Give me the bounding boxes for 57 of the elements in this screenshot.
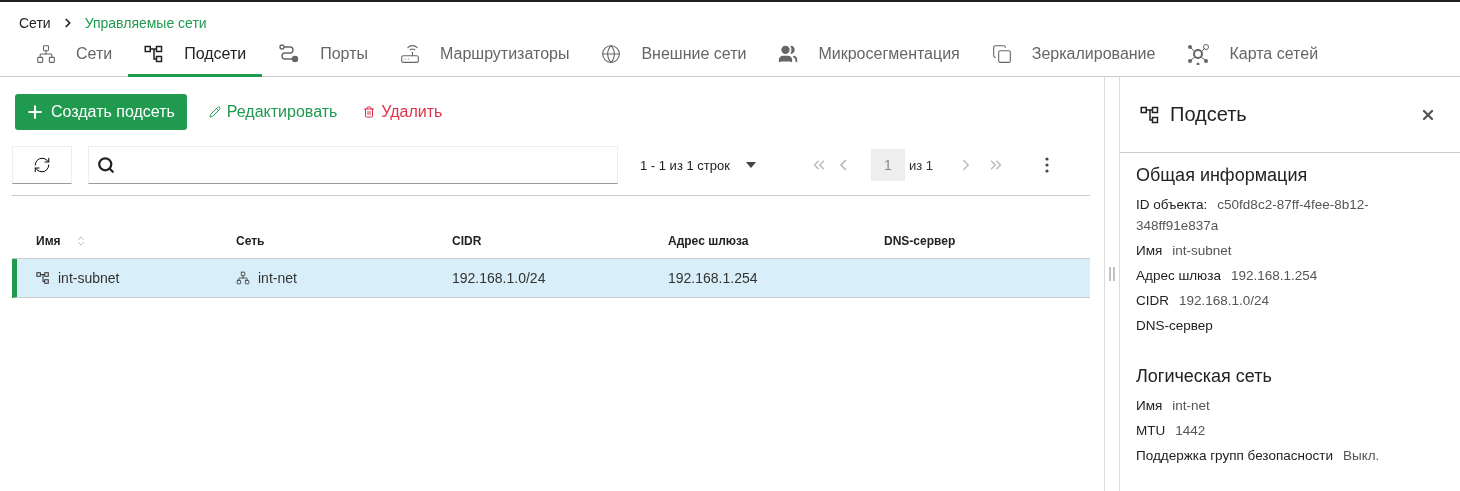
breadcrumb-link[interactable]: Управляемые сети: [84, 15, 207, 31]
tab[interactable]: Микросегментация: [762, 37, 976, 77]
section-title: Общая информация: [1136, 165, 1309, 186]
trash-icon: [363, 106, 376, 118]
info-field: Адрес шлюза 192.168.1.254: [1136, 265, 1318, 286]
tab[interactable]: Внешние сети: [585, 37, 763, 77]
table-cell: int-subnet: [58, 270, 120, 286]
previous-page-icon: [839, 159, 847, 171]
panel-title: Подсеть: [1170, 103, 1248, 126]
column-header: Сеть: [236, 234, 265, 248]
tab[interactable]: Порты: [262, 37, 384, 77]
tab[interactable]: Сети: [20, 37, 129, 77]
subnet-icon: [144, 44, 165, 64]
refresh-icon: [33, 156, 51, 174]
table-cell: 192.168.1.0/24: [452, 270, 546, 286]
page-total: из 1: [908, 157, 933, 173]
copy-icon: [991, 44, 1012, 64]
info-field: CIDR 192.168.1.0/24: [1136, 290, 1270, 311]
subnet-icon: [1140, 104, 1160, 125]
breadcrumb-link[interactable]: Сети: [19, 15, 51, 31]
tab[interactable]: Зеркалирование: [975, 37, 1172, 77]
network-icon: [36, 44, 56, 64]
search-icon: [97, 156, 115, 174]
table-cell: 192.168.1.254: [668, 270, 758, 286]
tab[interactable]: Подсети: [128, 37, 263, 77]
column-header: Адрес шлюза: [668, 234, 749, 248]
rows-range: 1 - 1 из 1 строк: [640, 157, 730, 173]
delete-button[interactable]: Удалить: [359, 96, 447, 128]
search-field[interactable]: [88, 146, 618, 184]
pencil-icon: [208, 106, 221, 118]
create-button[interactable]: Создать подсеть: [15, 94, 187, 130]
table-cell: int-net: [258, 270, 297, 286]
users-icon: [778, 44, 799, 64]
subnet-icon: [36, 271, 50, 285]
column-header: CIDR: [452, 234, 482, 248]
table-row[interactable]: int-subnet int-net 192.168.1.0/24 192.168.1.254: [12, 259, 1090, 298]
network-icon: [236, 271, 250, 285]
plus-icon: [25, 102, 45, 122]
section-title: Логическая сеть: [1136, 366, 1273, 387]
refresh-button[interactable]: [12, 146, 72, 184]
edit-button[interactable]: Редактировать: [204, 96, 342, 128]
port-icon: [278, 43, 301, 65]
splitter-handle[interactable]: [1109, 267, 1115, 281]
router-icon: [400, 44, 420, 64]
network-map-icon: [1187, 43, 1210, 65]
info-field: Имя int-net: [1136, 395, 1210, 416]
page-number-field[interactable]: 1: [870, 149, 905, 181]
info-field: MTU 1442: [1136, 420, 1206, 441]
column-header: Имя: [36, 234, 61, 248]
tab[interactable]: Маршрутизаторы: [384, 37, 586, 77]
info-field: Поддержка групп безопасности Выкл.: [1136, 445, 1380, 466]
info-field: DNS-сервер: [1136, 315, 1223, 336]
info-field: Имя int-subnet: [1136, 240, 1232, 261]
column-header: DNS-сервер: [884, 234, 956, 248]
tab[interactable]: Карта сетей: [1171, 37, 1335, 77]
more-icon: [1045, 157, 1049, 173]
globe-icon: [601, 44, 622, 64]
